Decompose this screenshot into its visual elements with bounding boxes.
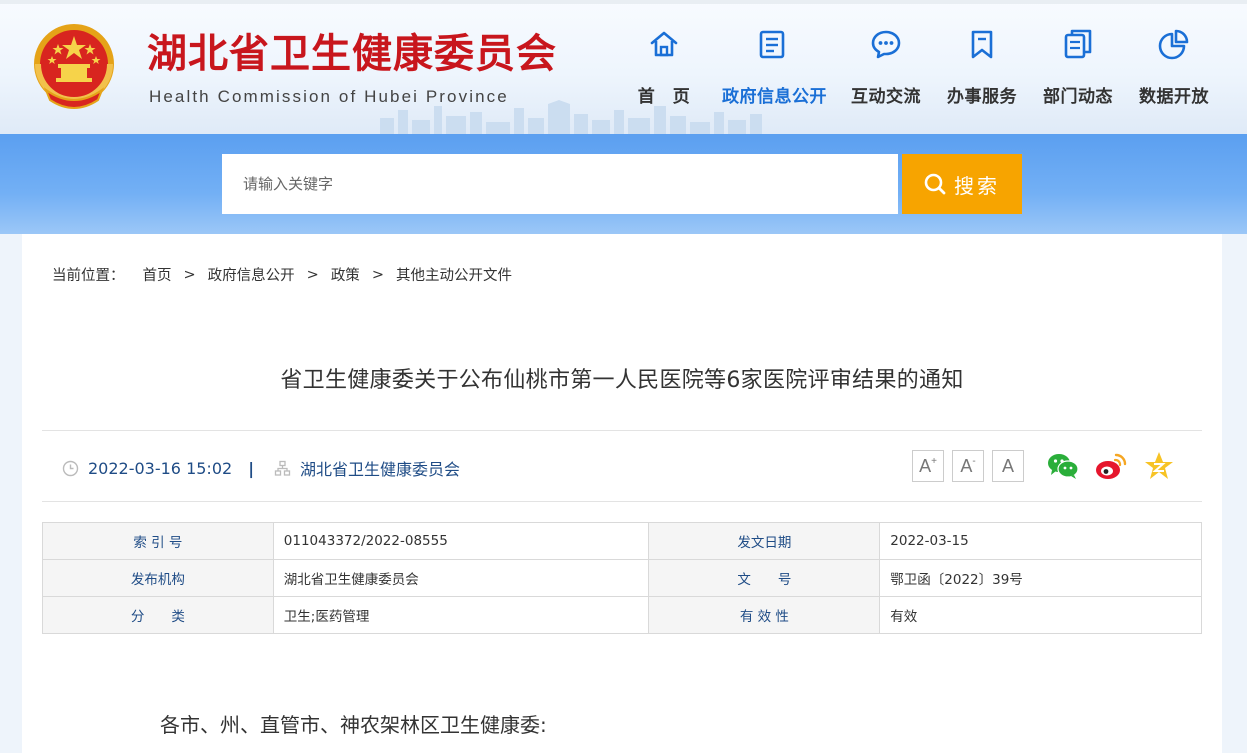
issuing-agency-label: 发布机构	[42, 559, 274, 597]
news-pages-icon	[1064, 29, 1092, 59]
weibo-icon[interactable]	[1094, 449, 1128, 483]
nav-label: 办事服务	[947, 87, 1017, 107]
nav-item-home[interactable]: 首 页	[614, 28, 714, 107]
meta-divider: |	[248, 458, 255, 478]
font-size-label: A	[1001, 455, 1014, 476]
validity-value: 有效	[879, 596, 1202, 634]
nav-label: 部门动态	[1043, 87, 1113, 107]
table-row: 发布机构 湖北省卫生健康委员会 文 号 鄂卫函〔2022〕39号	[42, 559, 1202, 597]
clock-icon	[62, 460, 79, 476]
article-salutation: 各市、州、直管市、神农架林区卫生健康委:	[160, 713, 547, 737]
document-info-table: 索 引 号 011043372/2022-08555 发文日期 2022-03-…	[42, 522, 1202, 634]
table-row: 分 类 卫生;医药管理 有 效 性 有效	[42, 596, 1202, 634]
search-input[interactable]	[222, 154, 898, 214]
issue-date-label: 发文日期	[648, 522, 881, 560]
minus-mark: -	[972, 455, 976, 467]
nav-item-interaction[interactable]: 互动交流	[836, 28, 936, 107]
breadcrumb-separator: >	[371, 266, 384, 283]
qzone-icon[interactable]	[1142, 449, 1176, 483]
chat-bubble-icon	[871, 30, 901, 59]
nav-item-services[interactable]: 办事服务	[932, 28, 1032, 107]
article-meta: 2022-03-16 15:02 | 湖北省卫生健康委员会	[62, 456, 460, 480]
article-meta-bar: 2022-03-16 15:02 | 湖北省卫生健康委员会 A + A- A	[42, 430, 1202, 502]
site-title: 湖北省卫生健康委员会	[147, 30, 557, 77]
breadcrumb-separator: >	[183, 266, 196, 283]
header-top-border	[0, 0, 1247, 4]
breadcrumb-label: 当前位置：	[52, 268, 125, 284]
font-size-label: A	[960, 455, 973, 476]
plus-mark: +	[931, 455, 937, 467]
breadcrumb-item-home[interactable]: 首页	[143, 264, 172, 285]
nav-label: 互动交流	[851, 87, 921, 107]
issue-date-value: 2022-03-15	[879, 522, 1202, 560]
index-number-value: 011043372/2022-08555	[272, 522, 650, 560]
nav-label: 数据开放	[1139, 87, 1209, 107]
issuing-agency-value: 湖北省卫生健康委员会	[272, 559, 650, 597]
publisher-name: 湖北省卫生健康委员会	[300, 460, 461, 479]
breadcrumb-item-gov-info[interactable]: 政府信息公开	[208, 264, 295, 285]
document-number-label: 文 号	[648, 559, 881, 597]
breadcrumb-item-policy[interactable]: 政策	[331, 264, 360, 285]
search-band: 搜索	[0, 134, 1247, 234]
category-label: 分 类	[42, 596, 274, 634]
font-size-decrease-button[interactable]: A-	[952, 450, 984, 482]
nav-label: 首 页	[637, 87, 691, 107]
home-icon	[650, 31, 678, 57]
wechat-icon[interactable]	[1046, 449, 1080, 483]
document-list-icon	[759, 30, 785, 59]
table-row: 索 引 号 011043372/2022-08555 发文日期 2022-03-…	[42, 522, 1202, 560]
search-button-label: 搜索	[954, 175, 1000, 198]
publish-datetime: 2022-03-16 15:02	[88, 458, 233, 478]
document-number-value: 鄂卫函〔2022〕39号	[879, 559, 1202, 597]
index-number-label: 索 引 号	[42, 522, 274, 560]
validity-label: 有 效 性	[648, 596, 881, 634]
font-size-label: A	[919, 455, 932, 476]
font-size-reset-button[interactable]: A	[992, 450, 1024, 482]
article-title: 省卫生健康委关于公布仙桃市第一人民医院等6家医院评审结果的通知	[280, 368, 964, 393]
site-header: 湖北省卫生健康委员会 Health Commission of Hubei Pr…	[0, 0, 1247, 134]
organization-icon	[274, 460, 291, 476]
pie-chart-icon	[1158, 29, 1189, 60]
breadcrumb: 当前位置： 首页 > 政府信息公开 > 政策 > 其他主动公开文件	[52, 264, 512, 285]
nav-item-open-data[interactable]: 数据开放	[1124, 28, 1224, 107]
national-emblem-logo	[34, 24, 114, 109]
font-size-increase-button[interactable]: A +	[912, 450, 944, 482]
nav-item-dept-news[interactable]: 部门动态	[1028, 28, 1128, 107]
breadcrumb-separator: >	[306, 266, 319, 283]
article-card: 当前位置： 首页 > 政府信息公开 > 政策 > 其他主动公开文件 省卫生健康委…	[22, 234, 1222, 753]
breadcrumb-item-other-docs[interactable]: 其他主动公开文件	[396, 264, 512, 285]
site-subtitle: Health Commission of Hubei Province	[149, 87, 509, 106]
nav-label: 政府信息公开	[722, 87, 827, 107]
bookmark-icon	[971, 30, 993, 59]
search-button[interactable]: 搜索	[902, 154, 1022, 214]
search-icon	[924, 173, 946, 195]
category-value: 卫生;医药管理	[272, 596, 650, 634]
nav-item-gov-info[interactable]: 政府信息公开	[722, 28, 827, 107]
